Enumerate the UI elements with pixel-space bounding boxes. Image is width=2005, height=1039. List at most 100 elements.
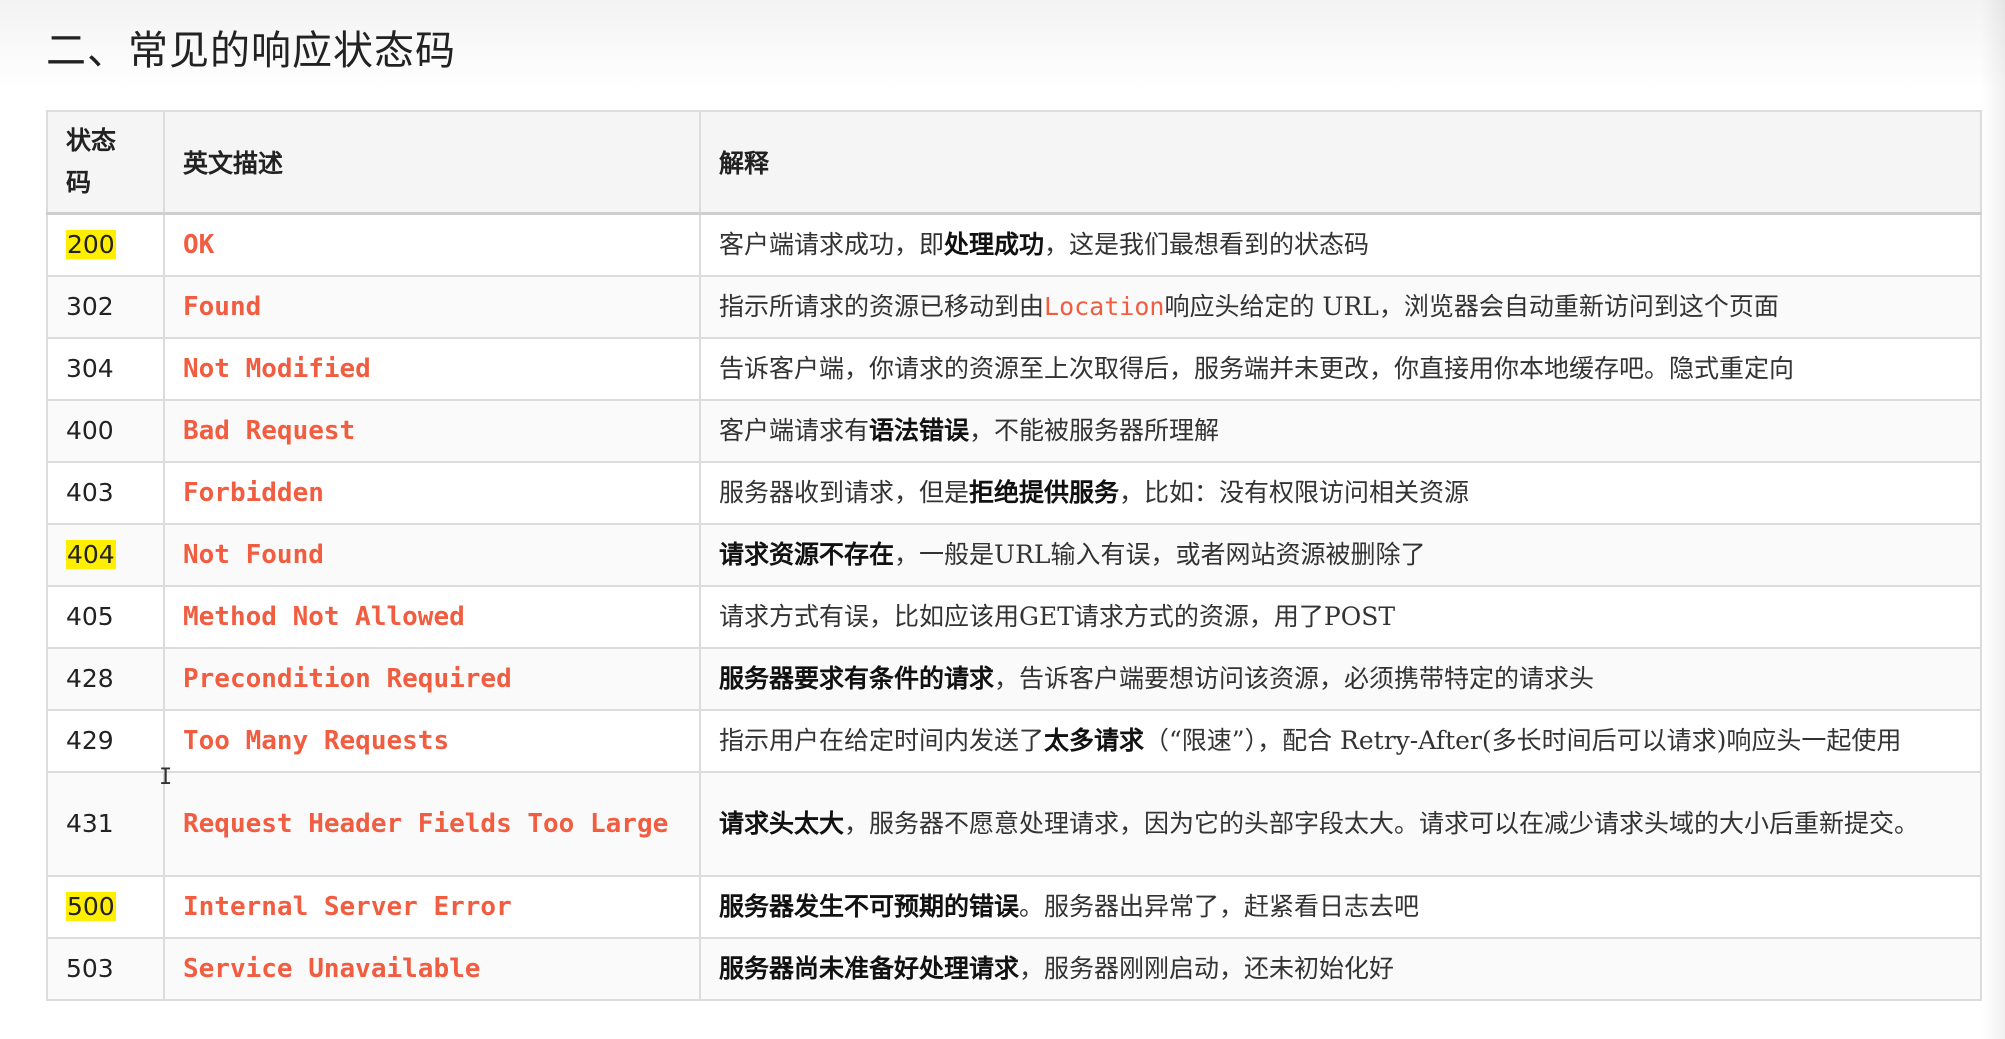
- status-code: 405: [66, 602, 114, 631]
- explanation-bold-text: 太多请求: [1044, 725, 1145, 755]
- page-title: 二、常见的响应状态码: [46, 28, 456, 74]
- status-code: 304: [66, 354, 114, 383]
- explanation-inline-code: Location: [1044, 291, 1165, 321]
- english-description-cell: OK: [163, 212, 701, 277]
- english-description-cell: Precondition Required: [163, 646, 701, 711]
- header-status-code-line1: 状态: [66, 126, 117, 155]
- table-row: 503 Service Unavailable 服务器尚未准备好处理请求，服务器刚刚…: [46, 936, 1982, 1001]
- document-page: 二、常见的响应状态码 状态 码 英文描述 解释 200 OK 客户端请求成功，即处理…: [0, 0, 2005, 1039]
- status-code-cell: 400: [46, 398, 165, 463]
- explanation-bold-text: 服务器发生不可预期的错误: [719, 891, 1020, 921]
- explanation-bold-text: 服务器要求有条件的请求: [719, 663, 995, 693]
- explanation-bold-text: 处理成功: [944, 229, 1045, 259]
- explanation-text: 客户端请求成功，即: [719, 229, 945, 259]
- explanation-cell: 告诉客户端，你请求的资源至上次取得后，服务端并未更改，你直接用你本地缓存吧。隐式…: [699, 336, 1982, 401]
- header-explanation: 解释: [699, 110, 1982, 215]
- status-code-cell: 503: [46, 936, 165, 1001]
- status-code: 431: [66, 809, 114, 838]
- header-status-code: 状态 码: [46, 110, 165, 215]
- explanation-text: ，不能被服务器所理解: [969, 415, 1220, 445]
- english-description-cell: Forbidden: [163, 460, 701, 525]
- table-header: 状态 码 英文描述 解释: [46, 110, 1982, 215]
- right-edge-shadow: [1981, 0, 2005, 1039]
- explanation-cell: 请求方式有误，比如应该用GET请求方式的资源，用了POST: [699, 584, 1982, 649]
- explanation-cell: 服务器要求有条件的请求，告诉客户端要想访问该资源，必须携带特定的请求头: [699, 646, 1982, 711]
- table-body: 200 OK 客户端请求成功，即处理成功，这是我们最想看到的状态码 302 Found 指…: [46, 212, 1982, 1001]
- table-row: 200 OK 客户端请求成功，即处理成功，这是我们最想看到的状态码: [46, 212, 1982, 277]
- explanation-bold-text: 请求头太大: [719, 808, 845, 838]
- header-english-description: 英文描述: [163, 110, 701, 215]
- explanation-text: ，一般是URL输入有误，或者网站资源被删除了: [894, 539, 1426, 569]
- text-cursor-icon: I: [159, 765, 173, 790]
- explanation-text: （“限速”），配合 Retry-After(多长时间后可以请求)响应头一起使用: [1144, 725, 1902, 755]
- table-row: 404 Not Found 请求资源不存在，一般是URL输入有误，或者网站资源被删除…: [46, 522, 1982, 587]
- table-row: 302 Found 指示所请求的资源已移动到由Location响应头给定的 URL，…: [46, 274, 1982, 339]
- explanation-cell: 指示所请求的资源已移动到由Location响应头给定的 URL，浏览器会自动重新…: [699, 274, 1982, 339]
- english-description-cell: Method Not Allowed: [163, 584, 701, 649]
- explanation-cell: 指示用户在给定时间内发送了太多请求（“限速”），配合 Retry-After(多…: [699, 708, 1982, 773]
- english-description-cell: Internal Server Error: [163, 874, 701, 939]
- status-code-cell: 404: [46, 522, 165, 587]
- table-row: 429 Too Many Requests 指示用户在给定时间内发送了太多请求（“限…: [46, 708, 1982, 773]
- header-status-code-line2: 码: [66, 168, 92, 197]
- status-code-cell: 429: [46, 708, 165, 773]
- highlighted-status-code: 404: [66, 540, 116, 569]
- header-row: 状态 码 英文描述 解释: [46, 110, 1982, 215]
- status-code: 403: [66, 478, 114, 507]
- status-code: 503: [66, 954, 114, 983]
- english-description-cell: Bad Request: [163, 398, 701, 463]
- table-row: 431 Request Header Fields Too Large 请求头太大，…: [46, 770, 1982, 877]
- explanation-text: 请求方式有误，比如应该用GET请求方式的资源，用了POST: [719, 601, 1396, 631]
- table-row: 428 Precondition Required 服务器要求有条件的请求，告诉客户…: [46, 646, 1982, 711]
- english-description-cell: Too Many Requests: [163, 708, 701, 773]
- explanation-bold-text: 请求资源不存在: [719, 539, 895, 569]
- explanation-text: 服务器收到请求，但是: [719, 477, 970, 507]
- explanation-cell: 请求资源不存在，一般是URL输入有误，或者网站资源被删除了: [699, 522, 1982, 587]
- status-code-cell: 405: [46, 584, 165, 649]
- english-description-cell: Service Unavailable: [163, 936, 701, 1001]
- explanation-bold-text: 服务器尚未准备好处理请求: [719, 953, 1020, 983]
- english-description-cell: Not Modified: [163, 336, 701, 401]
- english-description-cell: Found: [163, 274, 701, 339]
- status-code: 302: [66, 292, 114, 321]
- table-row: 304 Not Modified 告诉客户端，你请求的资源至上次取得后，服务端并未更…: [46, 336, 1982, 401]
- status-code-table: 状态 码 英文描述 解释 200 OK 客户端请求成功，即处理成功，这是我们最想看到…: [46, 110, 1982, 1001]
- explanation-bold-text: 拒绝提供服务: [969, 477, 1120, 507]
- status-code-cell: 200: [46, 212, 165, 277]
- highlighted-status-code: 500: [66, 892, 116, 921]
- explanation-cell: 服务器发生不可预期的错误。服务器出异常了，赶紧看日志去吧: [699, 874, 1982, 939]
- status-code-cell: 431: [46, 770, 165, 877]
- highlighted-status-code: 200: [66, 230, 116, 260]
- explanation-cell: 客户端请求有语法错误，不能被服务器所理解: [699, 398, 1982, 463]
- explanation-text: 指示所请求的资源已移动到由: [719, 291, 1045, 321]
- explanation-text: ，比如：没有权限访问相关资源: [1119, 477, 1470, 507]
- explanation-cell: 服务器尚未准备好处理请求，服务器刚刚启动，还未初始化好: [699, 936, 1982, 1001]
- status-code-cell: 403: [46, 460, 165, 525]
- explanation-text: 告诉客户端，你请求的资源至上次取得后，服务端并未更改，你直接用你本地缓存吧。隐式…: [719, 353, 1795, 383]
- explanation-text: 指示用户在给定时间内发送了: [719, 725, 1045, 755]
- explanation-cell: 客户端请求成功，即处理成功，这是我们最想看到的状态码: [699, 212, 1982, 277]
- english-description-cell: Request Header Fields Too Large: [163, 770, 701, 877]
- explanation-text: ，服务器不愿意处理请求，因为它的头部字段太大。请求可以在减少请求头域的大小后重新…: [844, 808, 1920, 838]
- explanation-text: ，告诉客户端要想访问该资源，必须携带特定的请求头: [994, 663, 1595, 693]
- explanation-text: ，服务器刚刚启动，还未初始化好: [1019, 953, 1395, 983]
- table-row: 405 Method Not Allowed 请求方式有误，比如应该用GET请求方式…: [46, 584, 1982, 649]
- status-code-cell: 304: [46, 336, 165, 401]
- explanation-cell: 请求头太大，服务器不愿意处理请求，因为它的头部字段太大。请求可以在减少请求头域的…: [699, 770, 1982, 877]
- status-code-cell: 500: [46, 874, 165, 939]
- explanation-text: 客户端请求有: [719, 415, 870, 445]
- status-code-cell: 428: [46, 646, 165, 711]
- status-code: 429: [66, 726, 114, 755]
- explanation-bold-text: 语法错误: [869, 415, 970, 445]
- table-row: 500 Internal Server Error 服务器发生不可预期的错误。服务器…: [46, 874, 1982, 939]
- table-row: 400 Bad Request 客户端请求有语法错误，不能被服务器所理解: [46, 398, 1982, 463]
- status-code: 400: [66, 416, 114, 445]
- explanation-text: ，这是我们最想看到的状态码: [1044, 229, 1370, 259]
- status-code: 428: [66, 664, 114, 693]
- explanation-text: 。服务器出异常了，赶紧看日志去吧: [1019, 891, 1420, 921]
- explanation-text: 响应头给定的 URL，浏览器会自动重新访问到这个页面: [1164, 291, 1779, 321]
- english-description-cell: Not Found: [163, 522, 701, 587]
- explanation-cell: 服务器收到请求，但是拒绝提供服务，比如：没有权限访问相关资源: [699, 460, 1982, 525]
- status-code-cell: 302: [46, 274, 165, 339]
- table-row: 403 Forbidden 服务器收到请求，但是拒绝提供服务，比如：没有权限访问相关…: [46, 460, 1982, 525]
